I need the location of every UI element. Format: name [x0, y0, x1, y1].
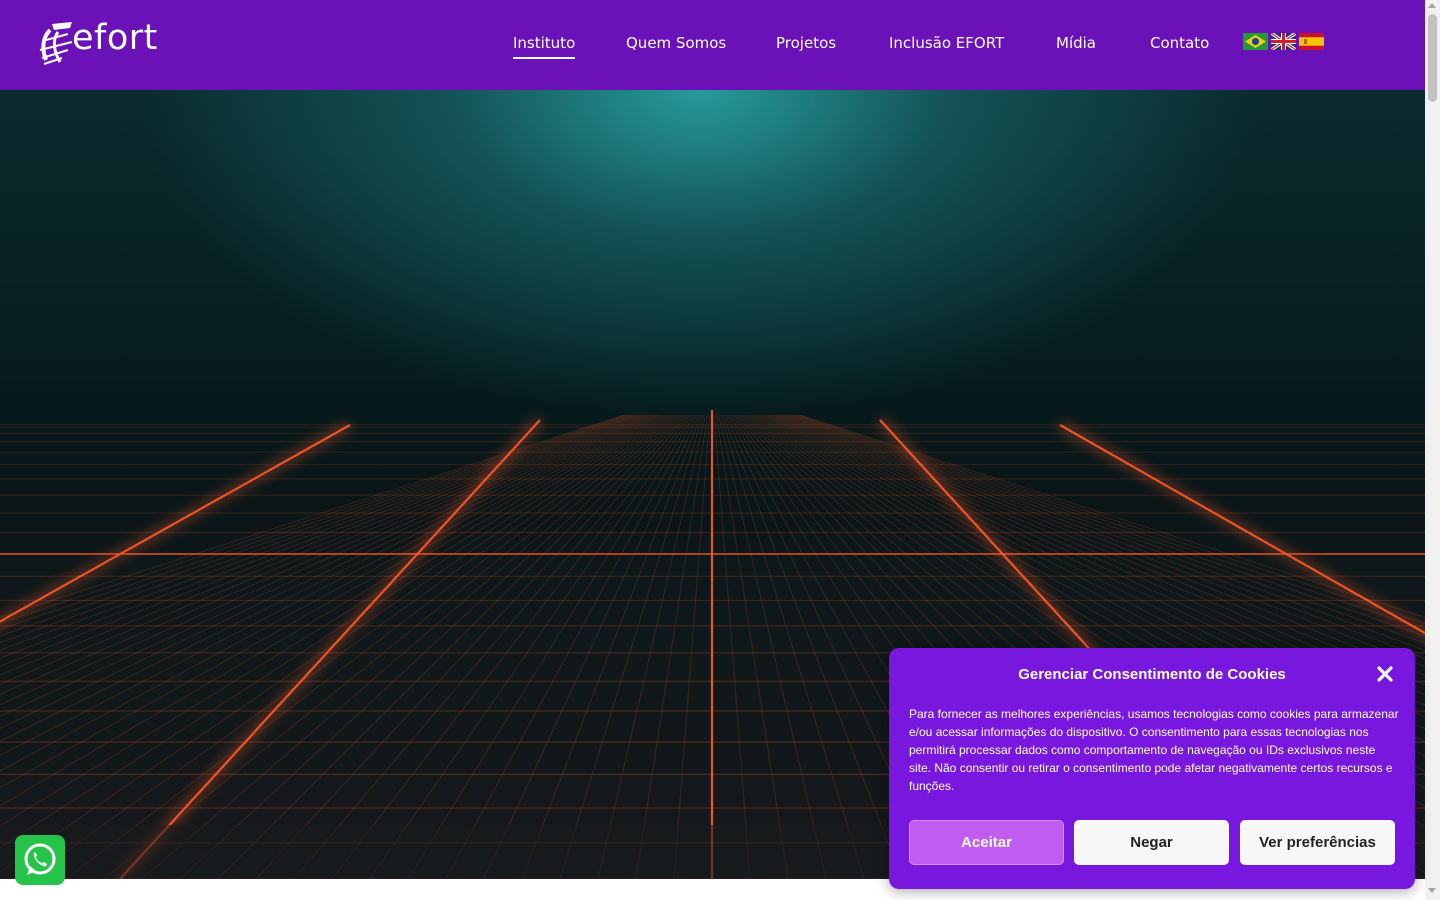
accept-button[interactable]: Aceitar — [909, 820, 1064, 865]
scroll-down-arrow-icon[interactable] — [1428, 888, 1436, 893]
whatsapp-icon — [24, 843, 56, 875]
logo-text: efort — [72, 18, 158, 58]
whatsapp-button[interactable] — [15, 835, 65, 885]
cookie-title: Gerenciar Consentimento de Cookies — [1018, 666, 1286, 683]
cookie-consent-dialog: Gerenciar Consentimento de Cookies Para … — [889, 648, 1415, 889]
spain-flag-icon[interactable] — [1299, 33, 1324, 50]
site-header: efort Instituto Quem Somos Projetos Incl… — [0, 0, 1425, 90]
language-switcher — [1243, 33, 1325, 51]
view-preferences-button[interactable]: Ver preferências — [1240, 820, 1395, 865]
nav-instituto[interactable]: Instituto — [513, 34, 576, 59]
nav-projetos[interactable]: Projetos — [776, 34, 836, 52]
nav-midia[interactable]: Mídia — [1056, 34, 1096, 52]
page: efort Instituto Quem Somos Projetos Incl… — [0, 0, 1440, 900]
page-scrollbar[interactable] — [1425, 0, 1440, 900]
brazil-flag-icon[interactable] — [1243, 33, 1268, 50]
uk-flag-icon[interactable] — [1271, 33, 1296, 50]
nav-quem-somos[interactable]: Quem Somos — [626, 34, 726, 52]
nav-inclusao-efort[interactable]: Inclusão EFORT — [889, 34, 1004, 52]
close-icon[interactable] — [1375, 664, 1395, 684]
scroll-thumb[interactable] — [1428, 14, 1437, 102]
efort-logo[interactable]: efort — [38, 18, 160, 68]
cookie-description: Para fornecer as melhores experiências, … — [909, 707, 1399, 793]
scroll-up-arrow-icon[interactable] — [1428, 3, 1436, 8]
deny-button[interactable]: Negar — [1074, 820, 1229, 865]
nav-contato[interactable]: Contato — [1150, 34, 1209, 52]
